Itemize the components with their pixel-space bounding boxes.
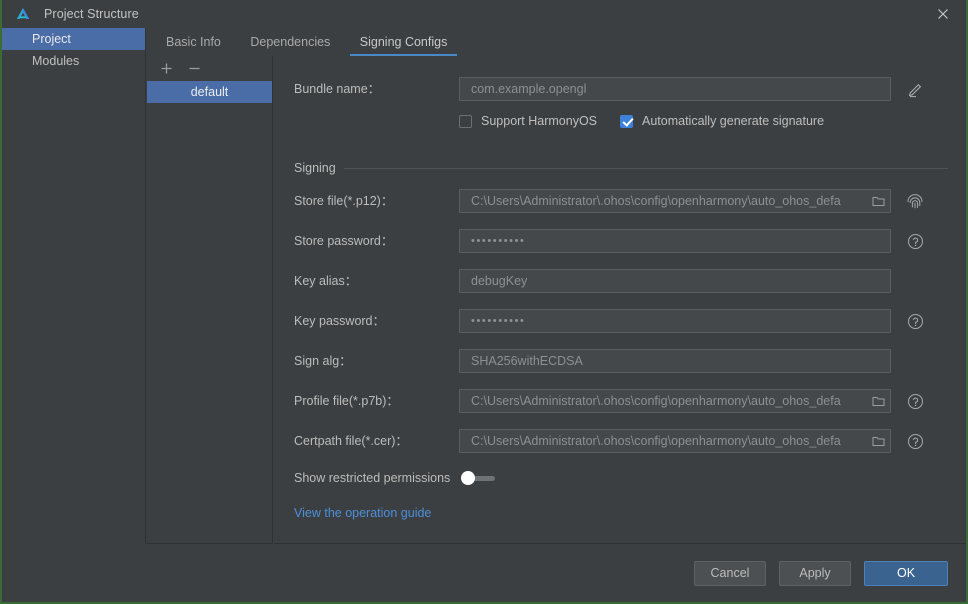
tab-basic-info[interactable]: Basic Info [153, 28, 234, 56]
store-file-row: Store file(*.p12)： C:\Users\Administrato… [274, 189, 966, 213]
key-password-label: Key password： [294, 309, 385, 333]
auto-generate-signature-label: Automatically generate signature [642, 114, 824, 128]
sidebar-item-label: Modules [32, 54, 79, 68]
store-password-help-button[interactable] [904, 230, 926, 252]
profile-file-row: Profile file(*.p7b)： C:\Users\Administra… [274, 389, 966, 413]
signing-config-list-panel: default [147, 56, 273, 544]
list-item[interactable]: default [147, 81, 272, 103]
dialog-footer: Cancel Apply OK [2, 544, 966, 602]
store-password-row: Store password： •••••••••• [274, 229, 966, 253]
window-title: Project Structure [44, 7, 139, 21]
profile-file-value: C:\Users\Administrator\.ohos\config\open… [460, 394, 866, 408]
support-harmonyos-label: Support HarmonyOS [481, 114, 597, 128]
bundle-name-label: Bundle name： [294, 77, 380, 101]
support-harmonyos-checkbox[interactable] [459, 115, 472, 128]
sidebar-item-label: Project [32, 32, 71, 46]
certpath-file-browse-button[interactable] [866, 430, 890, 452]
show-restricted-permissions-row: Show restricted permissions [274, 466, 966, 490]
key-alias-value: debugKey [460, 274, 890, 288]
title-bar: Project Structure [2, 0, 966, 28]
apply-button[interactable]: Apply [779, 561, 851, 586]
key-alias-label: Key alias： [294, 269, 357, 293]
cancel-button[interactable]: Cancel [694, 561, 766, 586]
tab-signing-configs[interactable]: Signing Configs [347, 28, 461, 56]
fingerprint-icon [906, 192, 924, 210]
group-divider [344, 168, 948, 169]
profile-file-input[interactable]: C:\Users\Administrator\.ohos\config\open… [459, 389, 891, 413]
profile-file-label: Profile file(*.p7b)： [294, 389, 399, 413]
key-password-input[interactable]: •••••••••• [459, 309, 891, 333]
remove-config-button[interactable] [187, 62, 201, 76]
sidebar-item-modules[interactable]: Modules [2, 50, 145, 72]
store-file-value: C:\Users\Administrator\.ohos\config\open… [460, 194, 866, 208]
help-icon [907, 313, 924, 330]
toggle-knob [461, 471, 475, 485]
close-button[interactable] [920, 0, 966, 28]
help-icon [907, 393, 924, 410]
project-structure-dialog: Project Structure Project Modules Basic … [0, 0, 968, 604]
plus-icon [160, 62, 173, 75]
tab-label: Dependencies [250, 35, 330, 49]
store-file-fingerprint-button[interactable] [904, 190, 926, 212]
help-icon [907, 233, 924, 250]
tab-dependencies[interactable]: Dependencies [237, 28, 343, 56]
ok-button[interactable]: OK [864, 561, 948, 586]
profile-file-help-button[interactable] [904, 390, 926, 412]
pencil-edit-icon [907, 81, 924, 98]
sidebar-item-project[interactable]: Project [2, 28, 145, 50]
key-password-value: •••••••••• [460, 315, 890, 327]
sign-alg-label: Sign alg： [294, 349, 352, 373]
auto-generate-signature-checkbox[interactable] [620, 115, 633, 128]
config-list-toolbar [147, 56, 272, 81]
tab-label: Signing Configs [360, 35, 448, 49]
store-file-browse-button[interactable] [866, 190, 890, 212]
support-harmonyos-checkbox-row[interactable]: Support HarmonyOS [459, 111, 597, 131]
minus-icon [188, 62, 201, 75]
deveco-logo-icon [15, 6, 31, 22]
bundle-name-input[interactable]: com.example.opengl [459, 77, 891, 101]
key-alias-input[interactable]: debugKey [459, 269, 891, 293]
store-file-label: Store file(*.p12)： [294, 189, 393, 213]
sign-alg-row: Sign alg： SHA256withECDSA [274, 349, 966, 373]
bundle-name-value: com.example.opengl [460, 82, 890, 96]
close-icon [937, 8, 949, 20]
certpath-file-row: Certpath file(*.cer)： C:\Users\Administr… [274, 429, 966, 453]
show-restricted-permissions-toggle[interactable] [461, 471, 495, 485]
signing-config-form: Bundle name： com.example.opengl Support … [274, 56, 966, 544]
left-navigation: Project Modules [2, 28, 146, 544]
config-item-label: default [191, 85, 229, 99]
key-password-help-button[interactable] [904, 310, 926, 332]
folder-icon [872, 435, 885, 447]
sign-alg-value: SHA256withECDSA [460, 354, 890, 368]
store-file-input[interactable]: C:\Users\Administrator\.ohos\config\open… [459, 189, 891, 213]
key-password-row: Key password： •••••••••• [274, 309, 966, 333]
help-icon [907, 433, 924, 450]
store-password-value: •••••••••• [460, 235, 890, 247]
bundle-name-row: Bundle name： com.example.opengl [274, 77, 966, 101]
tab-bar: Basic Info Dependencies Signing Configs [147, 28, 966, 56]
folder-icon [872, 195, 885, 207]
profile-file-browse-button[interactable] [866, 390, 890, 412]
signing-group-title: Signing [294, 161, 336, 175]
add-config-button[interactable] [159, 62, 173, 76]
auto-generate-signature-checkbox-row[interactable]: Automatically generate signature [620, 111, 824, 131]
view-operation-guide-link[interactable]: View the operation guide [294, 506, 431, 520]
folder-icon [872, 395, 885, 407]
certpath-file-help-button[interactable] [904, 430, 926, 452]
signing-group-header: Signing [294, 161, 948, 175]
store-password-label: Store password： [294, 229, 393, 253]
certpath-file-input[interactable]: C:\Users\Administrator\.ohos\config\open… [459, 429, 891, 453]
certpath-file-value: C:\Users\Administrator\.ohos\config\open… [460, 434, 866, 448]
show-restricted-permissions-label: Show restricted permissions [294, 466, 450, 490]
sign-alg-input[interactable]: SHA256withECDSA [459, 349, 891, 373]
key-alias-row: Key alias： debugKey [274, 269, 966, 293]
certpath-file-label: Certpath file(*.cer)： [294, 429, 408, 453]
tab-label: Basic Info [166, 35, 221, 49]
bundle-name-edit-button[interactable] [904, 78, 926, 100]
store-password-input[interactable]: •••••••••• [459, 229, 891, 253]
